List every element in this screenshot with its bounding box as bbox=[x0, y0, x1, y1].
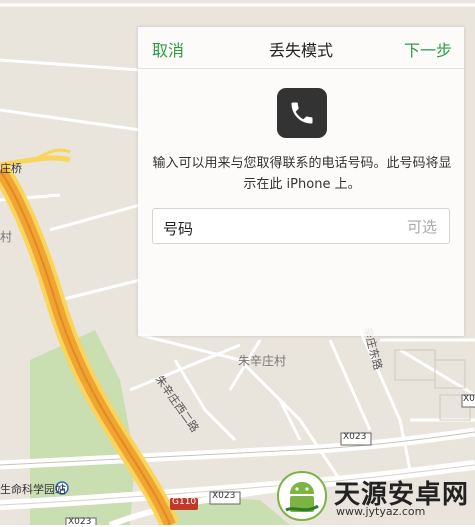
lost-mode-dialog: 取消 丢失模式 下一步 输入可以用来与您取得联系的电话号码。此号码将显示在此 i… bbox=[138, 27, 464, 336]
phone-number-label: 号码 bbox=[163, 220, 194, 238]
map-shield-g110: G110 bbox=[172, 497, 197, 507]
dialog-description: 输入可以用来与您取得联系的电话号码。此号码将显示在此 iPhone 上。 bbox=[152, 156, 452, 192]
map-label-zhuang-qiao: 庄桥 bbox=[0, 162, 22, 175]
dialog-header: 取消 丢失模式 下一步 bbox=[138, 27, 464, 69]
map-shield-x023: X02 bbox=[463, 394, 475, 404]
phone-number-field[interactable]: 号码 bbox=[152, 208, 450, 244]
map-label-station: 生命科学园站 bbox=[0, 483, 66, 496]
map-label-zhu-xin-zhuang-cun: 朱辛庄村 bbox=[238, 354, 287, 368]
map-shield-x023: X023 bbox=[68, 517, 92, 527]
watermark: 天源安卓网 www.jytyaz.com bbox=[276, 470, 472, 522]
map-label-cun: 村 bbox=[0, 230, 13, 244]
phone-number-input[interactable] bbox=[275, 214, 439, 240]
map-shield-x023: X023 bbox=[212, 491, 236, 501]
watermark-url: www.jytyaz.com bbox=[336, 505, 426, 518]
android-logo-icon bbox=[276, 470, 328, 522]
phone-icon bbox=[277, 88, 327, 138]
map-shield-x023: X023 bbox=[343, 432, 367, 442]
next-button[interactable]: 下一步 bbox=[404, 37, 452, 61]
